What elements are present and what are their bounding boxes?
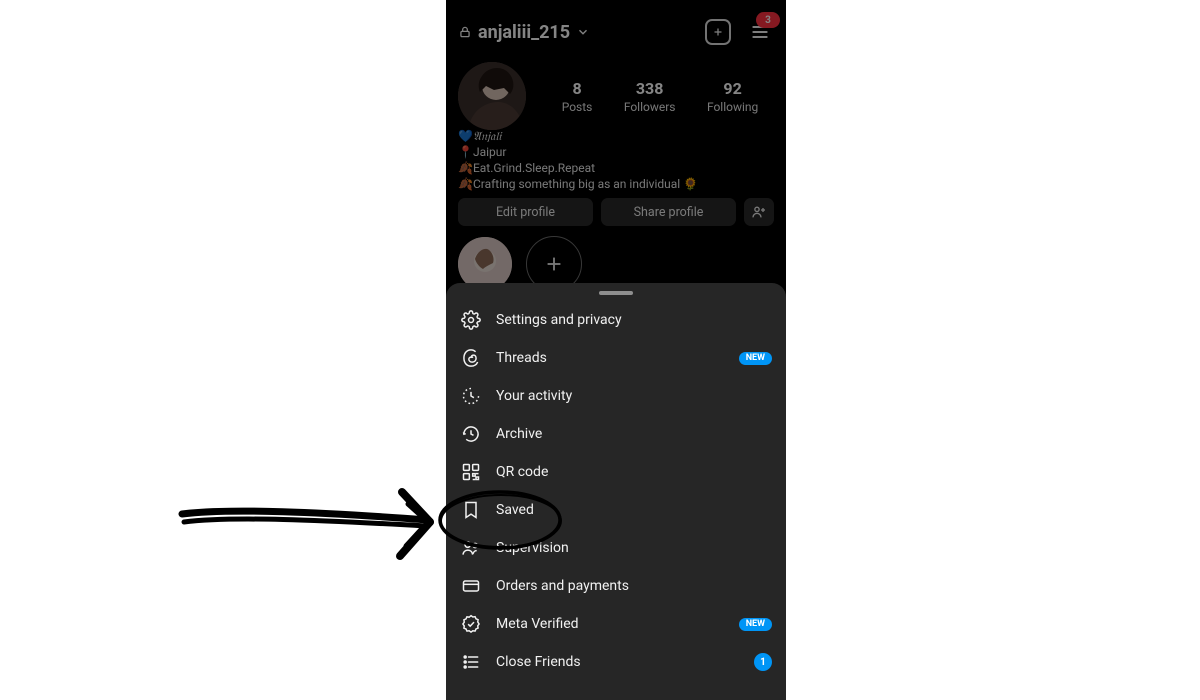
discover-people-button[interactable] — [744, 198, 774, 226]
menu-button[interactable]: 3 — [746, 18, 774, 46]
sunflower-icon: 🌻 — [683, 177, 698, 191]
menu-item-threads[interactable]: Threads NEW — [446, 339, 786, 377]
new-badge: NEW — [739, 618, 772, 631]
bookmark-icon — [460, 499, 482, 521]
stat-followers[interactable]: 338 Followers — [624, 79, 676, 114]
profile-avatar[interactable] — [458, 62, 526, 130]
share-profile-button[interactable]: Share profile — [601, 198, 736, 226]
qr-icon — [460, 461, 482, 483]
stat-following[interactable]: 92 Following — [707, 79, 758, 114]
menu-item-settings[interactable]: Settings and privacy — [446, 301, 786, 339]
supervision-icon — [460, 537, 482, 559]
pin-icon: 📍 — [458, 145, 473, 159]
leaf-icon: 🍂 — [458, 161, 473, 175]
stat-posts[interactable]: 8 Posts — [562, 79, 593, 114]
menu-badge: 3 — [756, 12, 780, 28]
chevron-down-icon — [576, 25, 590, 39]
create-post-button[interactable] — [704, 18, 732, 46]
menu-item-activity[interactable]: Your activity — [446, 377, 786, 415]
menu-item-supervision[interactable]: Supervision — [446, 529, 786, 567]
profile-action-buttons: Edit profile Share profile — [458, 198, 774, 226]
lock-icon — [458, 25, 472, 39]
threads-icon — [460, 347, 482, 369]
sheet-grabber[interactable] — [599, 291, 633, 295]
profile-stats-row: 8 Posts 338 Followers 92 Following — [446, 58, 786, 134]
menu-item-verified[interactable]: Meta Verified NEW — [446, 605, 786, 643]
archive-icon — [460, 423, 482, 445]
menu-item-archive[interactable]: Archive — [446, 415, 786, 453]
activity-icon — [460, 385, 482, 407]
menu-item-qr[interactable]: QR code — [446, 453, 786, 491]
edit-profile-button[interactable]: Edit profile — [458, 198, 593, 226]
username-text: anjaliii_215 — [478, 22, 570, 43]
menu-item-saved[interactable]: Saved — [446, 491, 786, 529]
menu-list: Settings and privacy Threads NEW Your ac… — [446, 299, 786, 683]
profile-bio: 💙𝔄𝔫𝔧𝔞𝔩𝔦 📍Jaipur 🍂Eat.Grind.Sleep.Repeat … — [458, 128, 774, 192]
username-dropdown[interactable]: anjaliii_215 — [458, 22, 590, 43]
gear-icon — [460, 309, 482, 331]
leaf-icon: 🍂 — [458, 177, 473, 191]
menu-item-orders[interactable]: Orders and payments — [446, 567, 786, 605]
profile-header: anjaliii_215 3 — [446, 14, 786, 50]
menu-item-close-friends[interactable]: Close Friends 1 — [446, 643, 786, 681]
heart-icon: 💙 — [458, 129, 473, 143]
menu-bottom-sheet: Settings and privacy Threads NEW Your ac… — [446, 283, 786, 700]
annotation-arrow — [170, 470, 460, 580]
count-badge: 1 — [754, 653, 772, 671]
list-icon — [460, 651, 482, 673]
verified-icon — [460, 613, 482, 635]
card-icon — [460, 575, 482, 597]
phone-viewport: anjaliii_215 3 — [446, 0, 786, 700]
canvas: anjaliii_215 3 — [0, 0, 1200, 700]
new-badge: NEW — [739, 352, 772, 365]
